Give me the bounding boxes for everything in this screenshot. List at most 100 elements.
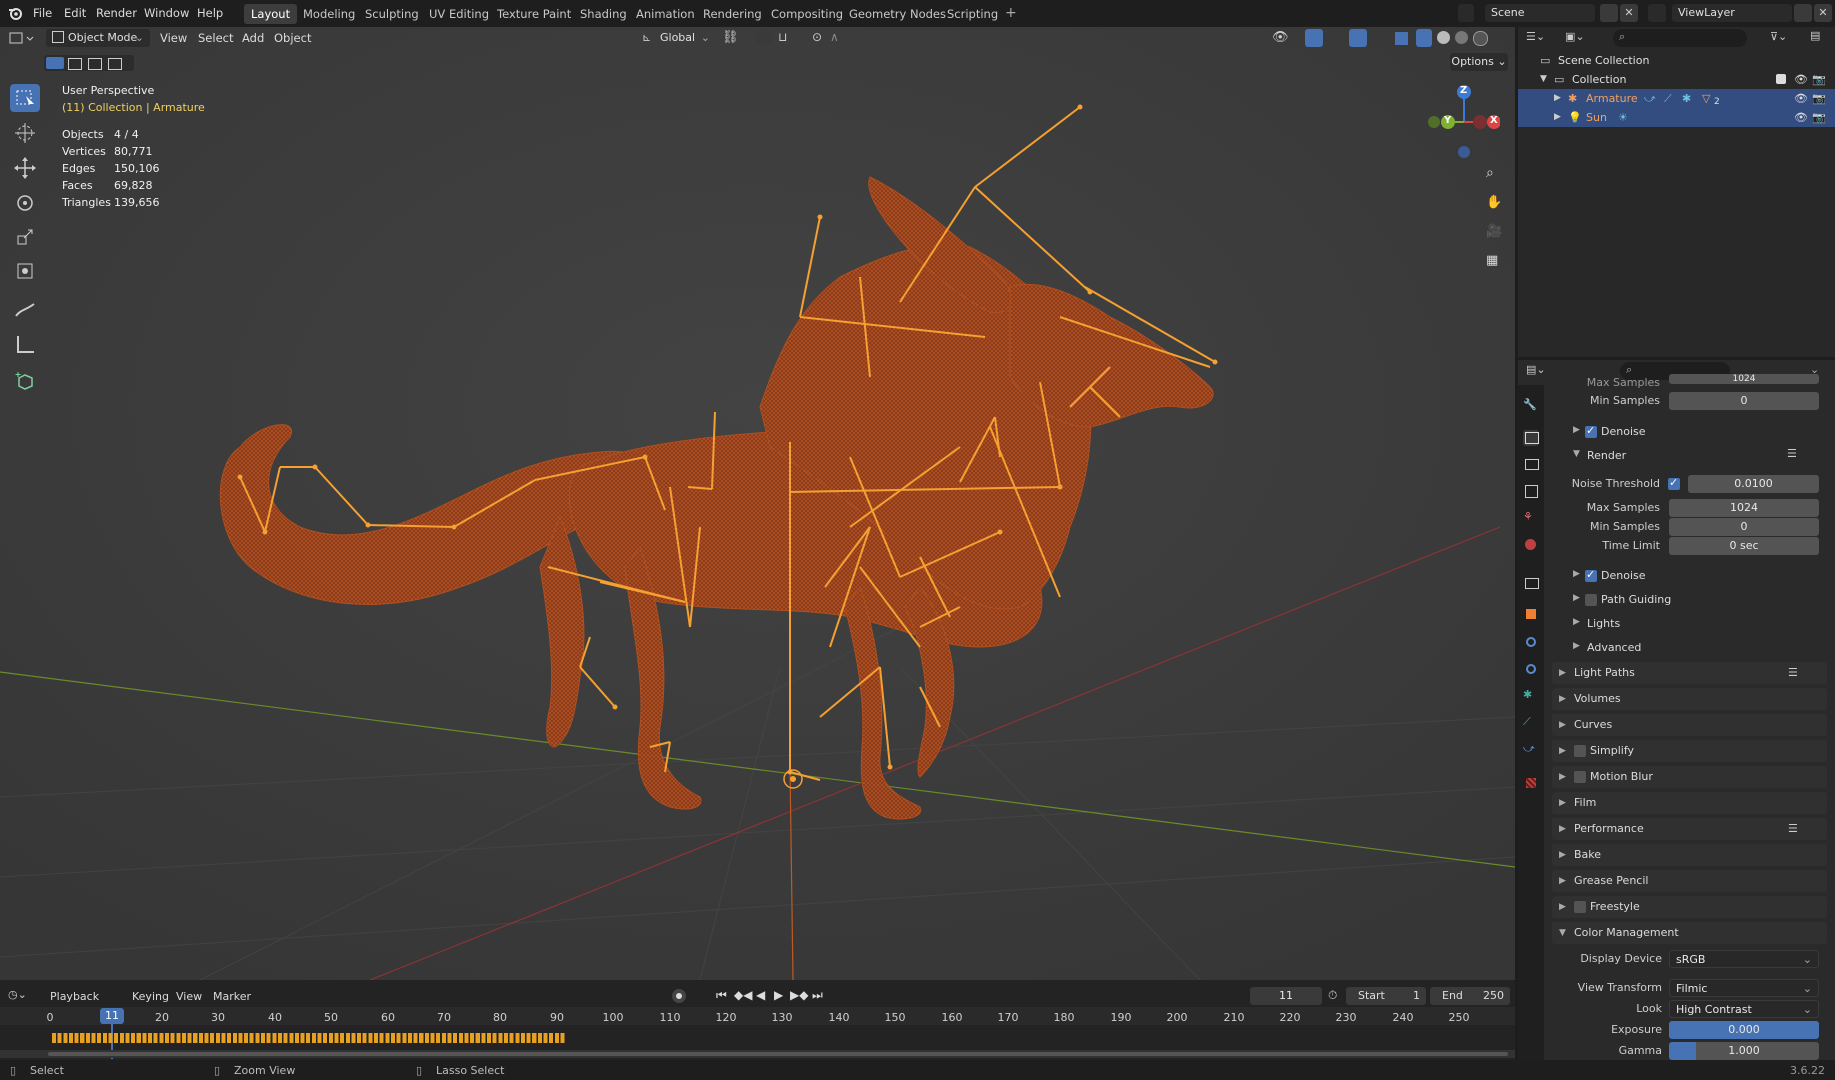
viewport-denoise-checkbox[interactable] (1585, 424, 1597, 438)
falloff-icon[interactable]: ∧ (830, 30, 839, 44)
pivot-point-icon[interactable]: ⛓ (722, 30, 739, 45)
pan-hand-icon[interactable]: ✋ (1480, 191, 1506, 217)
new-view-layer-icon[interactable] (1794, 4, 1812, 22)
play-reverse-icon[interactable]: ◀ (756, 988, 765, 1002)
transform-tool[interactable] (10, 257, 40, 285)
expand-arrow-icon[interactable]: ▶ (1554, 89, 1561, 108)
expand-arrow-icon[interactable]: ▼ (1540, 70, 1547, 89)
view-layer-tab-icon[interactable] (1523, 483, 1539, 499)
panel-color-management[interactable]: ▼ Color Management (1552, 922, 1827, 944)
blender-logo-icon[interactable] (8, 6, 22, 20)
panel-performance[interactable]: ▶ Performance ☰ (1552, 818, 1827, 840)
chevron-right-icon[interactable]: ▶ (1573, 641, 1580, 651)
outliner-editor-type-icon[interactable]: ☰⌄ (1526, 30, 1556, 48)
jump-to-keyframe-prev-icon[interactable]: ◆◀ (734, 988, 752, 1002)
scene-selector-icon[interactable] (1458, 4, 1474, 22)
snap-target-icon[interactable]: ⊔ (778, 30, 787, 44)
filter-icon[interactable]: ⊽⌄ (1770, 30, 1800, 48)
grid-view-icon[interactable]: ▦ (1480, 249, 1506, 275)
display-device-dropdown[interactable]: sRGB ⌄ (1669, 950, 1819, 968)
options-dropdown[interactable]: Options ⌄ (1450, 53, 1508, 71)
chevron-right-icon[interactable]: ▶ (1573, 593, 1580, 603)
axis-gizmo[interactable]: Z Y X (1428, 82, 1501, 160)
annotate-tool[interactable] (10, 296, 40, 324)
tab-layout[interactable]: Layout (244, 4, 298, 24)
proportional-edit-icon[interactable]: ⊙ (812, 30, 822, 44)
preset-list-icon[interactable]: ☰ (1787, 447, 1797, 460)
panel-curves[interactable]: ▶ Curves (1552, 714, 1827, 736)
panel-simplify[interactable]: ▶ Simplify (1552, 740, 1827, 762)
eye-icon[interactable]: 👁 (1794, 70, 1808, 89)
rotate-tool[interactable] (10, 189, 40, 217)
overlay-toggle-icon[interactable] (1349, 29, 1367, 47)
panel-motion-blur[interactable]: ▶ Motion Blur (1552, 766, 1827, 788)
select-extend-icon[interactable] (68, 58, 82, 70)
max-samples-field[interactable]: 1024 (1669, 499, 1819, 517)
exposure-slider[interactable]: 0.000 (1669, 1021, 1819, 1039)
measure-tool[interactable] (10, 330, 40, 358)
view-layer-selector-icon[interactable] (1648, 4, 1666, 22)
add-cube-tool[interactable] (10, 367, 40, 395)
object-tab-icon[interactable] (1523, 606, 1539, 622)
menu-add[interactable]: Add (242, 31, 264, 45)
material-shading-icon[interactable] (1455, 31, 1468, 44)
start-frame-field[interactable]: Start 1 (1346, 987, 1426, 1005)
move-tool[interactable] (10, 154, 40, 182)
eye-icon[interactable]: 👁 (1794, 89, 1808, 108)
min-samples-field[interactable]: 0 (1669, 518, 1819, 536)
freestyle-checkbox[interactable] (1574, 901, 1586, 913)
tab-animation[interactable]: Animation (629, 4, 702, 24)
jump-to-keyframe-next-icon[interactable]: ▶◆ (790, 988, 808, 1002)
playhead[interactable]: 11 (100, 1008, 124, 1024)
look-dropdown[interactable]: High Contrast ⌄ (1669, 1000, 1819, 1018)
motion-blur-checkbox[interactable] (1574, 771, 1586, 783)
menu-render[interactable]: Render (96, 6, 137, 20)
eye-icon[interactable]: 👁 (1794, 108, 1808, 127)
editor-type-icon[interactable] (8, 30, 38, 48)
menu-help[interactable]: Help (197, 6, 223, 20)
tab-shading[interactable]: Shading (573, 4, 634, 24)
time-limit-field[interactable]: 0 sec (1669, 537, 1819, 555)
outliner-search-input[interactable]: ⌕ (1613, 29, 1747, 47)
tab-rendering[interactable]: Rendering (696, 4, 769, 24)
object-data-tab-icon[interactable]: ⟋ (1523, 715, 1539, 731)
outliner-row-collection[interactable]: ▼ ▭ Collection 👁 📷 (1518, 70, 1835, 89)
preset-list-icon[interactable]: ☰ (1788, 662, 1798, 684)
path-guiding-checkbox[interactable] (1585, 594, 1597, 606)
camera-view-icon[interactable]: 🎥 (1480, 220, 1506, 246)
outliner-row-armature[interactable]: ▶ ✱ Armature ⤻ ⟋ ✱ ▽ 2 👁 📷 (1518, 89, 1835, 108)
texture-tab-icon[interactable] (1523, 775, 1539, 791)
panel-freestyle[interactable]: ▶ Freestyle (1552, 896, 1827, 918)
solid-shading-icon[interactable] (1437, 31, 1450, 44)
transform-orientation-dropdown[interactable]: ⊾ Global ⌄ (640, 29, 712, 47)
scale-tool[interactable] (10, 224, 40, 252)
simplify-checkbox[interactable] (1574, 745, 1586, 757)
visibility-icon[interactable]: 👁 (1272, 30, 1289, 45)
chevron-right-icon[interactable]: ▶ (1573, 617, 1580, 627)
select-new-icon[interactable] (46, 57, 64, 69)
view-menu[interactable]: View (176, 990, 202, 1003)
jump-to-start-icon[interactable]: ⏮ (716, 988, 727, 1003)
panel-bake[interactable]: ▶ Bake (1552, 844, 1827, 866)
chevron-right-icon[interactable]: ▶ (1573, 425, 1580, 435)
select-intersect-icon[interactable] (108, 58, 122, 70)
tab-geometry-nodes[interactable]: Geometry Nodes (842, 4, 953, 24)
expand-arrow-icon[interactable]: ▶ (1554, 108, 1561, 127)
preview-range-icon[interactable]: ⏱ (1328, 988, 1337, 1003)
scene-field[interactable]: Scene (1485, 4, 1595, 22)
modifiers-tab-icon[interactable] (1523, 634, 1539, 650)
partial-max-samples-field[interactable]: 1024 (1669, 374, 1819, 384)
menu-file[interactable]: File (33, 6, 52, 20)
tool-tab-icon[interactable]: 🔧 (1523, 398, 1539, 414)
render-subpanel-title[interactable]: Render (1587, 449, 1626, 462)
viewport-min-samples-field[interactable]: 0 (1669, 392, 1819, 410)
output-tab-icon[interactable] (1523, 456, 1539, 472)
jump-to-end-icon[interactable]: ⏭ (812, 988, 823, 1003)
physics-tab-icon[interactable] (1523, 661, 1539, 677)
display-mode-icon[interactable]: ▣⌄ (1565, 30, 1595, 48)
play-icon[interactable]: ▶ (774, 988, 783, 1002)
tab-compositing[interactable]: Compositing (764, 4, 850, 24)
menu-select[interactable]: Select (198, 31, 233, 45)
noise-threshold-field[interactable]: 0.0100 (1688, 475, 1819, 493)
3d-viewport[interactable] (0, 27, 1515, 980)
